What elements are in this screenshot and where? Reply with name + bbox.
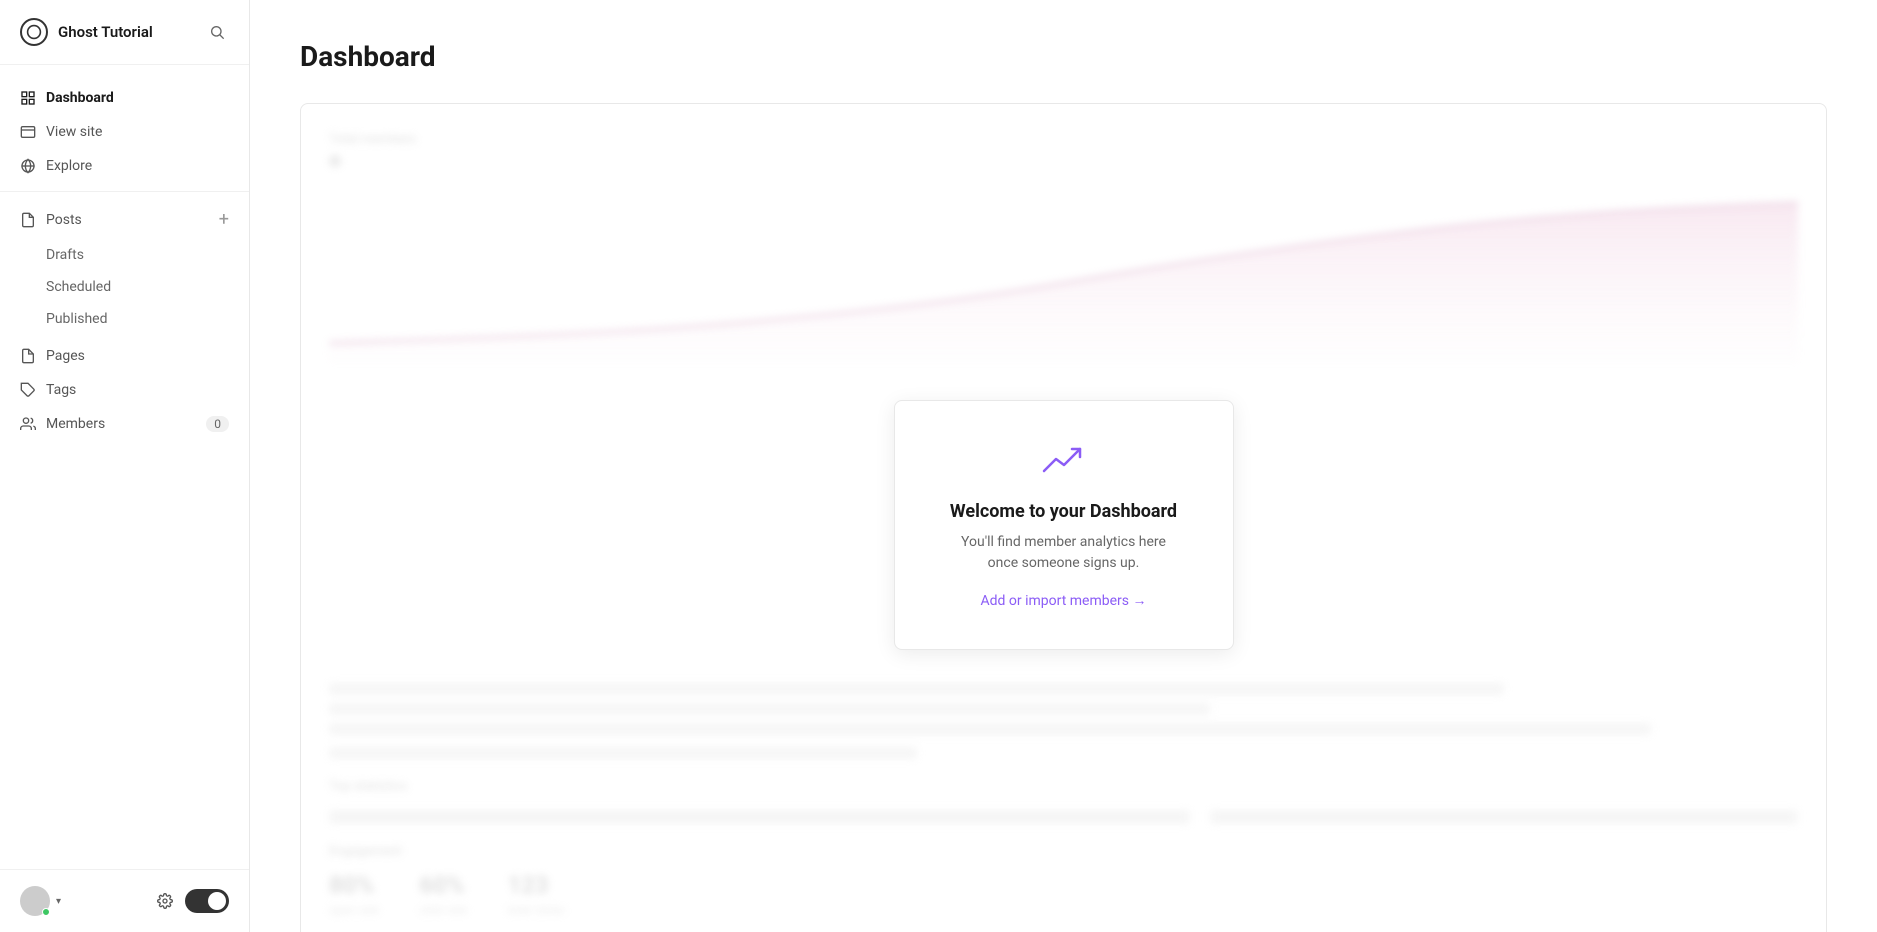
avatar-online-indicator: [42, 908, 50, 916]
brand-name: Ghost Tutorial: [58, 23, 153, 41]
explore-icon: [20, 158, 36, 174]
gear-icon: [157, 893, 173, 909]
engagement-stat-open-rate: 80% open rate: [329, 871, 379, 917]
sidebar-item-drafts[interactable]: Drafts: [0, 239, 249, 271]
dashboard-icon: [20, 90, 36, 106]
chart-top-blurred: Total members: [329, 132, 1798, 167]
sidebar-item-published[interactable]: Published: [0, 303, 249, 335]
sidebar-brand: Ghost Tutorial: [20, 18, 153, 46]
sidebar-item-view-site[interactable]: View site: [0, 115, 249, 149]
tags-icon: [20, 382, 36, 398]
footer-icons: [157, 889, 229, 913]
add-post-icon[interactable]: +: [219, 209, 229, 230]
chart-svg-container: [329, 183, 1798, 403]
main-content: Dashboard Total members: [250, 0, 1877, 932]
sidebar-item-dashboard-label: Dashboard: [46, 90, 114, 106]
nav-divider-1: [0, 191, 249, 192]
chevron-down-icon: ▾: [56, 896, 61, 907]
posts-section-left: Posts: [20, 212, 82, 228]
sidebar: Ghost Tutorial Dashboard View site: [0, 0, 250, 932]
members-badge: 0: [206, 416, 229, 432]
toggle-knob: [208, 892, 226, 910]
posts-section: Posts + Drafts Scheduled Published: [0, 200, 249, 335]
chart-label: Total members: [329, 132, 1798, 147]
search-icon: [209, 24, 225, 40]
posts-icon: [20, 212, 36, 228]
brand-logo: [20, 18, 48, 46]
engagement-stat-total-clicks: 123 total clicks: [507, 871, 565, 917]
avatar: [20, 886, 50, 916]
theme-toggle[interactable]: [185, 889, 229, 913]
welcome-description: You'll find member analytics here once s…: [945, 532, 1183, 574]
welcome-modal: Welcome to your Dashboard You'll find me…: [894, 400, 1234, 650]
sidebar-nav: Dashboard View site Explore: [0, 65, 249, 869]
settings-button[interactable]: [157, 893, 173, 909]
sidebar-item-pages[interactable]: Pages: [0, 339, 249, 373]
user-avatar-area[interactable]: ▾: [20, 886, 61, 916]
trending-up-icon: [945, 441, 1183, 485]
pages-icon: [20, 348, 36, 364]
view-site-icon: [20, 124, 36, 140]
tags-label: Tags: [46, 382, 76, 398]
sidebar-header: Ghost Tutorial: [0, 0, 249, 65]
sidebar-item-explore[interactable]: Explore: [0, 149, 249, 183]
sidebar-item-posts[interactable]: Posts +: [0, 200, 249, 239]
sidebar-item-explore-label: Explore: [46, 158, 92, 174]
members-chart: [329, 183, 1798, 363]
top-statistics-blurred: Top statistics: [329, 779, 1798, 824]
sidebar-footer: ▾: [0, 869, 249, 932]
bottom-blurred-rows: [329, 683, 1798, 759]
sidebar-item-tags[interactable]: Tags: [0, 373, 249, 407]
sidebar-item-view-site-label: View site: [46, 124, 102, 140]
engagement-blurred: Engagement 80% open rate 60% click rate …: [329, 844, 1798, 917]
sidebar-item-dashboard[interactable]: Dashboard: [0, 81, 249, 115]
add-import-members-link[interactable]: Add or import members →: [981, 593, 1147, 609]
sidebar-item-scheduled[interactable]: Scheduled: [0, 271, 249, 303]
posts-label: Posts: [46, 212, 82, 228]
page-title: Dashboard: [300, 40, 1827, 73]
sidebar-item-members[interactable]: Members 0: [0, 407, 249, 441]
search-button[interactable]: [205, 20, 229, 44]
members-label: Members: [46, 416, 105, 432]
pages-label: Pages: [46, 348, 85, 364]
welcome-title: Welcome to your Dashboard: [945, 501, 1183, 522]
dashboard-card: Total members: [300, 103, 1827, 932]
engagement-stat-click-rate: 60% click rate: [419, 871, 467, 917]
members-icon: [20, 416, 36, 432]
